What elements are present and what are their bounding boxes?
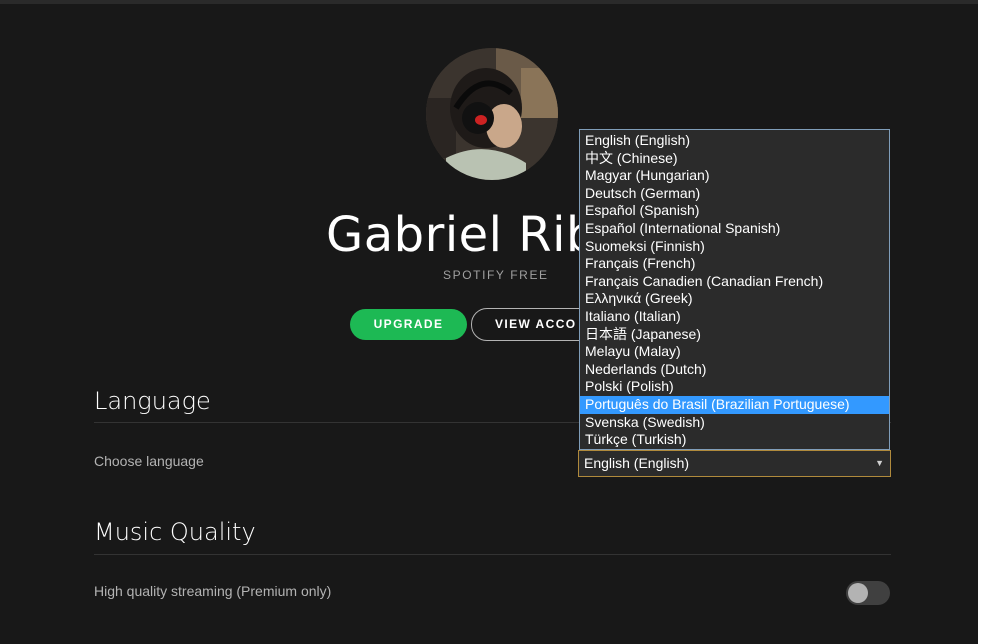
language-select-value: English (English) [584, 455, 690, 471]
language-option[interactable]: Magyar (Hungarian) [580, 167, 889, 185]
language-option[interactable]: Melayu (Malay) [580, 343, 889, 361]
language-option[interactable]: Suomeksi (Finnish) [580, 238, 889, 256]
language-option[interactable]: 中文 (Chinese) [580, 150, 889, 168]
language-option[interactable]: Italiano (Italian) [580, 308, 889, 326]
language-dropdown-list[interactable]: English (English) 中文 (Chinese) Magyar (Hun… [579, 129, 890, 450]
upgrade-button[interactable]: UPGRADE [350, 309, 467, 340]
choose-language-label: Choose language [94, 453, 204, 469]
language-option[interactable]: Español (International Spanish) [580, 220, 889, 238]
language-option[interactable]: Deutsch (German) [580, 185, 889, 203]
language-option[interactable]: Français (French) [580, 255, 889, 273]
language-option[interactable]: Ελληνικά (Greek) [580, 290, 889, 308]
language-option[interactable]: Polski (Polish) [580, 378, 889, 396]
toggle-knob[interactable] [848, 583, 868, 603]
avatar [426, 48, 558, 180]
high-quality-streaming-toggle[interactable] [846, 581, 890, 605]
window-top-bar [0, 0, 984, 4]
language-option[interactable]: Svenska (Swedish) [580, 414, 889, 432]
language-option[interactable]: Nederlands (Dutch) [580, 361, 889, 379]
language-option[interactable]: Português do Brasil (Brazilian Portugues… [580, 395, 889, 414]
language-section-title: Language [94, 387, 211, 415]
language-option[interactable]: English (English) [580, 132, 889, 150]
language-option[interactable]: 日本語 (Japanese) [580, 326, 889, 344]
language-option[interactable]: Español (Spanish) [580, 202, 889, 220]
language-option[interactable]: Türkçe (Turkish) [580, 431, 889, 449]
window-right-edge [978, 0, 984, 644]
music-quality-divider [94, 554, 891, 555]
chevron-down-icon[interactable]: ▼ [875, 451, 884, 476]
high-quality-streaming-label: High quality streaming (Premium only) [94, 583, 332, 599]
language-select[interactable]: English (English) ▼ [578, 450, 891, 477]
music-quality-section-title: Music Quality [94, 518, 256, 546]
subscription-plan-label: SPOTIFY FREE [443, 268, 549, 282]
language-option[interactable]: Français Canadien (Canadian French) [580, 273, 889, 291]
